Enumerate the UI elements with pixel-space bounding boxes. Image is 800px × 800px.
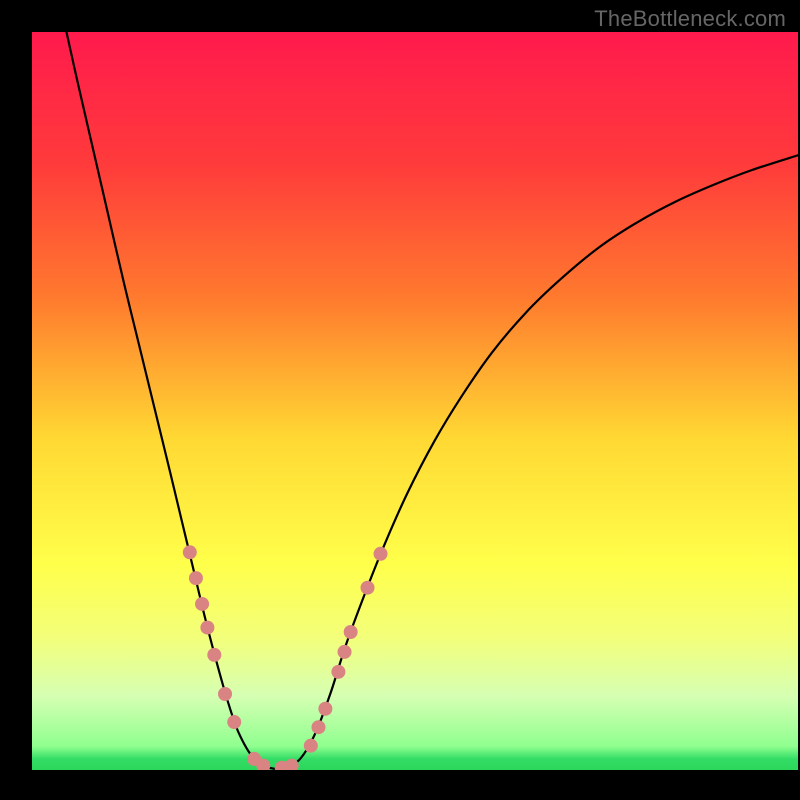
marker-point (189, 571, 203, 585)
marker-point (311, 720, 325, 734)
marker-point (200, 621, 214, 635)
marker-point (195, 597, 209, 611)
marker-point (227, 715, 241, 729)
chart-container: TheBottleneck.com (0, 0, 800, 800)
marker-point (331, 665, 345, 679)
plot-background (32, 32, 798, 770)
marker-point (304, 739, 318, 753)
marker-point (218, 687, 232, 701)
marker-point (361, 581, 375, 595)
marker-point (344, 625, 358, 639)
marker-point (207, 648, 221, 662)
marker-point (338, 645, 352, 659)
bottleneck-chart (0, 0, 800, 800)
watermark-text: TheBottleneck.com (594, 6, 786, 32)
marker-point (374, 547, 388, 561)
marker-point (318, 702, 332, 716)
marker-point (183, 545, 197, 559)
